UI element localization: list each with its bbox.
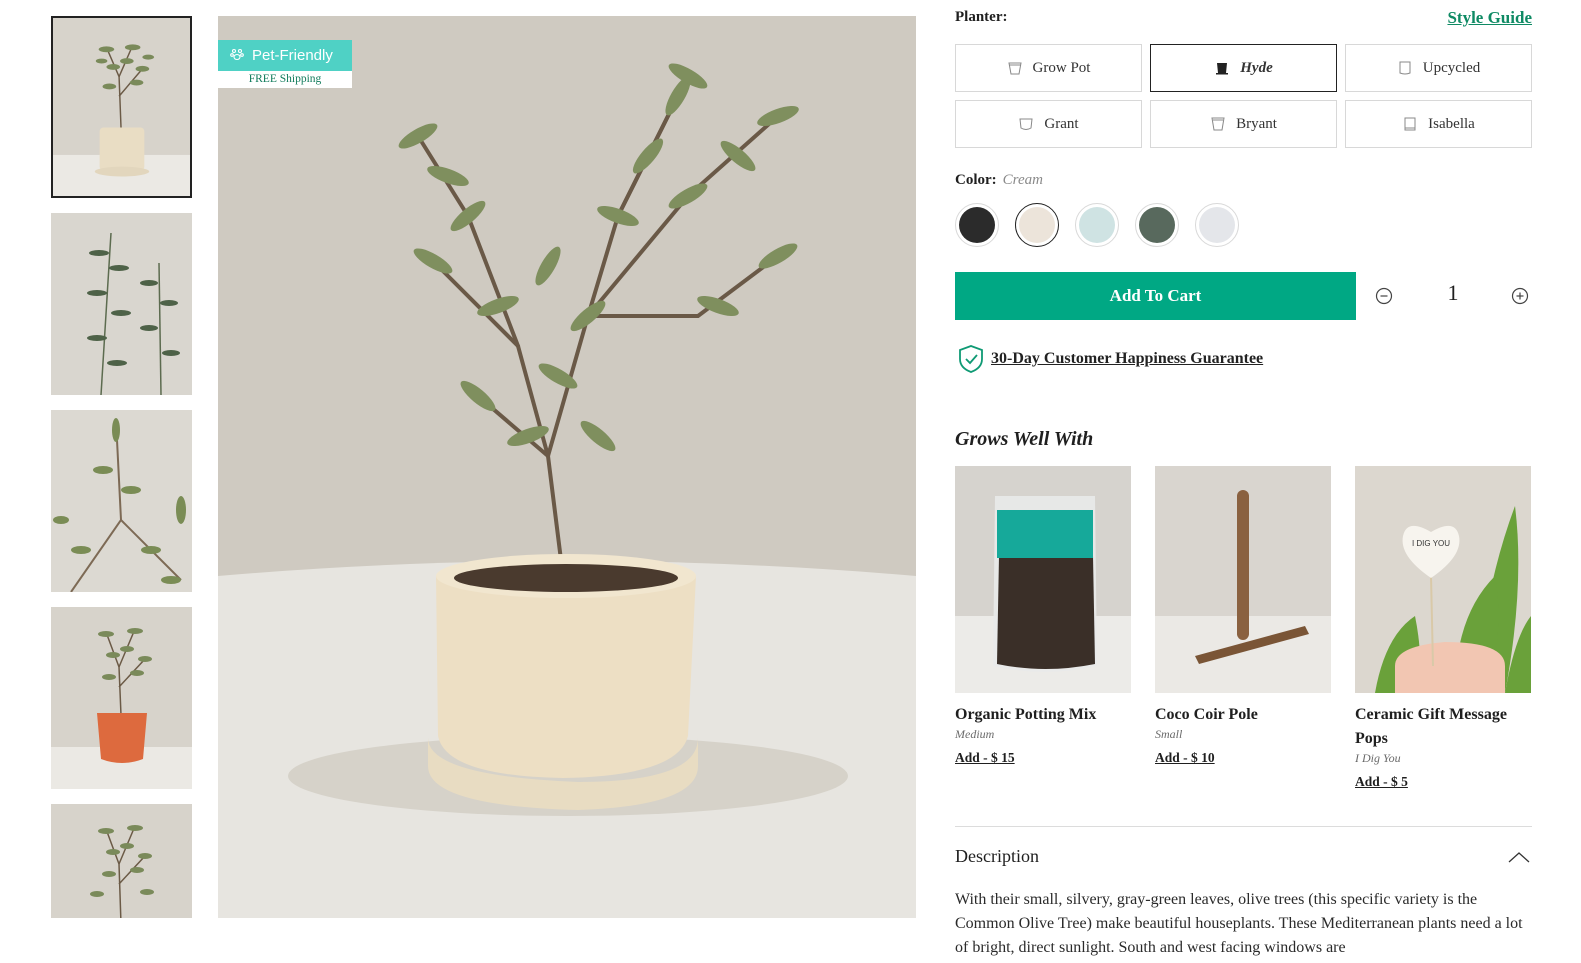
recommendation-name: Ceramic Gift Message Pops: [1355, 706, 1507, 747]
planter-option-grow-pot[interactable]: Grow Pot: [955, 44, 1142, 92]
gift-message-pop-image: I DIG YOU: [1355, 466, 1531, 693]
quantity-value[interactable]: 1: [1433, 280, 1473, 306]
description-body: With their small, silvery, gray-green le…: [955, 891, 1523, 956]
pot-icon: [1404, 117, 1416, 131]
main-product-image[interactable]: [218, 16, 916, 918]
olive-tree-partial-thumb-image: [51, 804, 192, 918]
swatch-fill: [1019, 207, 1055, 243]
recommendation-image[interactable]: I DIG YOU: [1355, 466, 1531, 693]
color-selected-value: Cream: [1002, 172, 1043, 188]
olive-leaves-thumb-image: [51, 213, 192, 395]
pot-icon: [1007, 62, 1022, 75]
swatch-fill: [1199, 207, 1235, 243]
guarantee-text: 30-Day Customer Happiness Guarantee: [991, 350, 1264, 367]
thumbnail-2[interactable]: [51, 213, 192, 395]
swatch-cream[interactable]: [1015, 203, 1059, 247]
recommendation-add-link[interactable]: Add - $ 15: [955, 750, 1015, 766]
recommendation-add-link[interactable]: Add - $ 5: [1355, 774, 1408, 790]
recommendation-card: I DIG YOU Ceramic Gift Message Pops I Di…: [1355, 466, 1531, 791]
swatch-light-gray[interactable]: [1195, 203, 1239, 247]
badge-title: Pet-Friendly: [252, 47, 333, 64]
olive-terracotta-thumb-image: [51, 607, 192, 789]
planter-option-upcycled[interactable]: Upcycled: [1345, 44, 1532, 92]
badge-subtitle: FREE Shipping: [218, 71, 352, 88]
planter-option-bryant[interactable]: Bryant: [1150, 100, 1337, 148]
olive-tree-main-image: [218, 16, 916, 918]
paw-icon: [230, 47, 244, 65]
recommendation-name: Organic Potting Mix: [955, 706, 1097, 723]
swatch-fill: [959, 207, 995, 243]
guarantee-link[interactable]: 30-Day Customer Happiness Guarantee: [957, 344, 1263, 374]
recommendation-card: Organic Potting Mix Medium Add - $ 15: [955, 466, 1131, 767]
planter-option-label: Grant: [1044, 115, 1079, 132]
thumbnail-4[interactable]: [51, 607, 192, 789]
swatch-mint[interactable]: [1075, 203, 1119, 247]
planter-option-label: Grow Pot: [1032, 59, 1091, 76]
planter-label: Planter:: [955, 9, 1008, 25]
planter-option-hyde[interactable]: Hyde: [1150, 44, 1337, 92]
badge-top: Pet-Friendly: [218, 40, 352, 71]
planter-option-grant[interactable]: Grant: [955, 100, 1142, 148]
recommendation-image[interactable]: [1155, 466, 1331, 693]
color-label: Color:: [955, 172, 997, 188]
style-guide-link[interactable]: Style Guide: [1447, 8, 1532, 28]
grows-well-with-title: Grows Well With: [955, 428, 1094, 450]
pot-icon: [1399, 61, 1411, 75]
olive-tree-thumb-image: [53, 18, 190, 196]
swatch-black[interactable]: [955, 203, 999, 247]
recommendation-variant: Medium: [955, 727, 995, 741]
pot-icon: [1216, 63, 1229, 75]
swatch-fill: [1139, 207, 1175, 243]
pot-icon: [1211, 117, 1225, 131]
planter-header: Planter: Style Guide: [955, 8, 1532, 30]
planter-option-label: Bryant: [1236, 115, 1277, 132]
thumbnail-list: [51, 16, 192, 918]
color-swatches: [955, 203, 1255, 249]
pot-icon: [1019, 118, 1033, 130]
add-to-cart-button[interactable]: Add To Cart: [955, 272, 1356, 320]
recommendation-add-link[interactable]: Add - $ 10: [1155, 750, 1215, 766]
planter-option-label: Hyde: [1240, 59, 1273, 76]
cart-row: Add To Cart 1: [955, 272, 1532, 320]
thumbnail-3[interactable]: [51, 410, 192, 592]
swatch-green[interactable]: [1135, 203, 1179, 247]
minus-icon[interactable]: [1373, 285, 1395, 307]
planter-option-label: Upcycled: [1422, 59, 1481, 76]
message-pop-text: I DIG YOU: [1412, 539, 1450, 548]
pet-friendly-badge: Pet-Friendly FREE Shipping: [218, 40, 352, 88]
description-toggle[interactable]: Description: [955, 846, 1532, 872]
shield-check-icon: [959, 345, 983, 373]
thumbnail-5[interactable]: [51, 804, 192, 918]
plus-icon[interactable]: [1509, 285, 1531, 307]
recommendation-variant: I Dig You: [1355, 751, 1401, 765]
thumbnail-1[interactable]: [51, 16, 192, 198]
recommendation-image[interactable]: [955, 466, 1131, 693]
recommendation-variant: Small: [1155, 727, 1183, 741]
olive-branch-thumb-image: [51, 410, 192, 592]
swatch-fill: [1079, 207, 1115, 243]
coco-coir-pole-image: [1155, 466, 1331, 693]
chevron-up-icon: [1508, 852, 1530, 863]
recommendation-card: Coco Coir Pole Small Add - $ 10: [1155, 466, 1331, 767]
planter-option-label: Isabella: [1428, 115, 1475, 132]
section-divider: [955, 826, 1532, 827]
potting-mix-image: [955, 466, 1131, 693]
planter-option-isabella[interactable]: Isabella: [1345, 100, 1532, 148]
recommendation-name: Coco Coir Pole: [1155, 706, 1258, 723]
description-title: Description: [955, 846, 1039, 866]
color-row: Color: Cream: [955, 172, 1043, 189]
